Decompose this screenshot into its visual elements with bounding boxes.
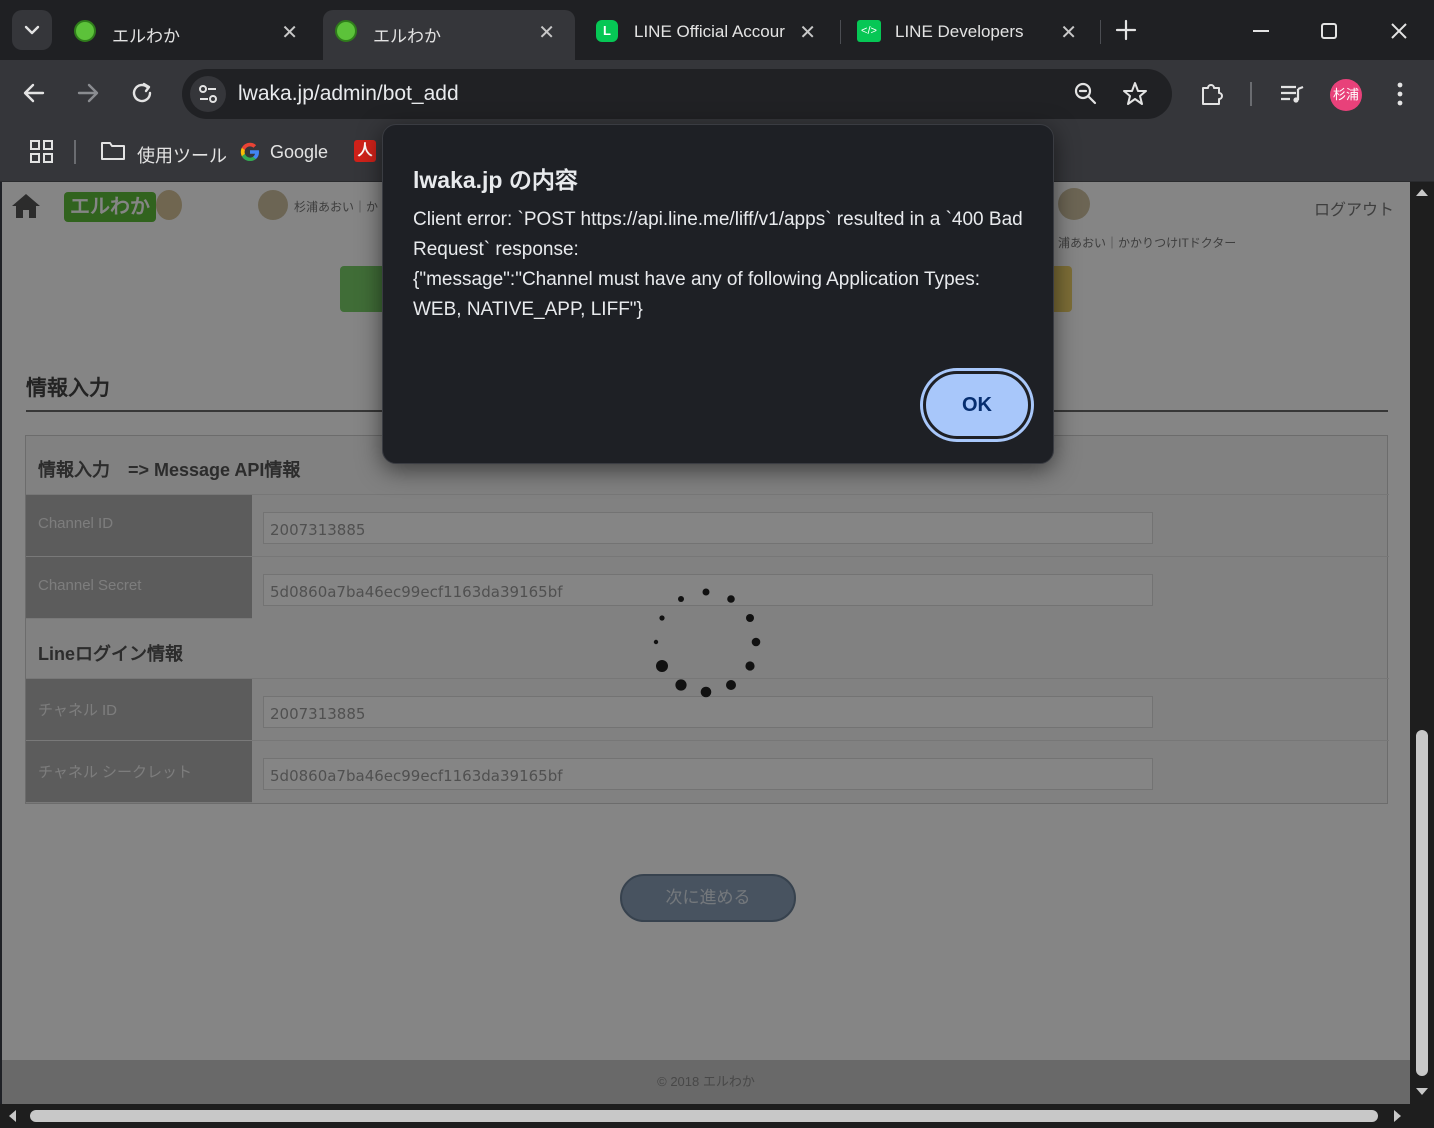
tune-icon <box>199 85 217 103</box>
code-favicon-icon: </> <box>857 20 881 42</box>
puzzle-icon <box>1202 84 1223 105</box>
more-vertical-icon <box>1397 82 1403 106</box>
minimize-icon <box>1253 30 1269 32</box>
address-bar[interactable]: lwaka.jp/admin/bot_add <box>182 69 1172 119</box>
chevron-down-icon <box>24 25 40 35</box>
apps-button[interactable] <box>28 138 56 166</box>
tab-erwaka-2[interactable]: エルわか ✕ <box>323 10 575 60</box>
close-tab-icon[interactable]: ✕ <box>799 20 816 45</box>
vertical-scrollbar[interactable] <box>1410 182 1434 1104</box>
tab-erwaka-1[interactable]: エルわか ✕ <box>62 10 318 60</box>
pdf-bookmark-icon[interactable]: 人 <box>354 140 376 162</box>
star-icon <box>1123 82 1147 105</box>
line-favicon-icon: L <box>596 20 618 42</box>
close-tab-icon[interactable]: ✕ <box>538 20 555 45</box>
toolbar: lwaka.jp/admin/bot_add 杉浦 <box>0 60 1434 126</box>
close-window-button[interactable] <box>1382 14 1416 48</box>
tab-title: エルわか <box>373 27 441 46</box>
alert-dialog: lwaka.jp の内容 Client error: `POST https:/… <box>382 124 1054 464</box>
loading-spinner-icon <box>653 588 761 698</box>
close-icon <box>1391 23 1407 39</box>
bookmarks-divider <box>74 140 76 164</box>
arrow-left-icon <box>23 83 45 103</box>
bookmark-star-button[interactable] <box>1119 78 1151 110</box>
toolbar-divider <box>1250 82 1252 106</box>
tab-separator <box>840 20 841 44</box>
profile-avatar[interactable]: 杉浦 <box>1330 79 1362 111</box>
plus-icon <box>1115 19 1137 41</box>
vertical-scroll-thumb[interactable] <box>1416 730 1428 1076</box>
menu-button[interactable] <box>1386 77 1414 109</box>
tab-title: エルわか <box>112 27 180 46</box>
forward-button[interactable] <box>70 75 106 111</box>
tab-line-developers[interactable]: </> LINE Developers ✕ <box>845 10 1097 60</box>
tab-bar: エルわか ✕ エルわか ✕ L LINE Official Accour ✕ <… <box>0 0 1434 62</box>
maximize-button[interactable] <box>1312 14 1346 48</box>
erwaka-favicon-icon <box>74 20 96 42</box>
minimize-button[interactable] <box>1244 14 1278 48</box>
zoom-icon <box>1074 82 1097 105</box>
close-tab-icon[interactable]: ✕ <box>1060 20 1077 45</box>
arrow-right-icon <box>77 83 99 103</box>
scroll-up-arrow-icon[interactable] <box>1414 186 1430 198</box>
tab-title: LINE Developers <box>895 22 1024 41</box>
apps-grid-icon <box>30 140 53 163</box>
scroll-left-arrow-icon[interactable] <box>6 1109 18 1123</box>
reload-icon <box>132 82 152 103</box>
close-tab-icon[interactable]: ✕ <box>281 20 298 45</box>
tab-title: LINE Official Accour <box>634 22 785 41</box>
erwaka-favicon-icon <box>335 20 357 42</box>
media-button[interactable] <box>1276 77 1308 109</box>
bookmark-label: Google <box>270 142 329 162</box>
back-button[interactable] <box>16 75 52 111</box>
dialog-message: Client error: `POST https://api.line.me/… <box>413 209 1023 320</box>
reload-button[interactable] <box>124 75 160 111</box>
dialog-title: lwaka.jp の内容 <box>413 167 578 193</box>
tab-separator <box>1100 20 1101 44</box>
maximize-icon <box>1321 23 1337 39</box>
tab-search-button[interactable] <box>12 10 52 50</box>
scroll-right-arrow-icon[interactable] <box>1392 1109 1404 1123</box>
url-text[interactable]: lwaka.jp/admin/bot_add <box>238 82 459 106</box>
scroll-down-arrow-icon[interactable] <box>1414 1086 1430 1098</box>
playlist-icon <box>1281 85 1304 103</box>
ok-button[interactable]: OK <box>923 371 1031 439</box>
tab-line-official[interactable]: L LINE Official Accour ✕ <box>584 10 836 60</box>
folder-icon <box>101 142 125 160</box>
zoom-button[interactable] <box>1070 78 1102 110</box>
bookmark-label: 使用ツール <box>137 146 227 166</box>
google-g-icon <box>240 142 259 161</box>
horizontal-scrollbar[interactable] <box>0 1104 1434 1128</box>
site-info-button[interactable] <box>190 76 226 112</box>
horizontal-scroll-thumb[interactable] <box>30 1110 1378 1122</box>
extensions-button[interactable] <box>1196 77 1228 109</box>
new-tab-button[interactable] <box>1110 14 1142 46</box>
